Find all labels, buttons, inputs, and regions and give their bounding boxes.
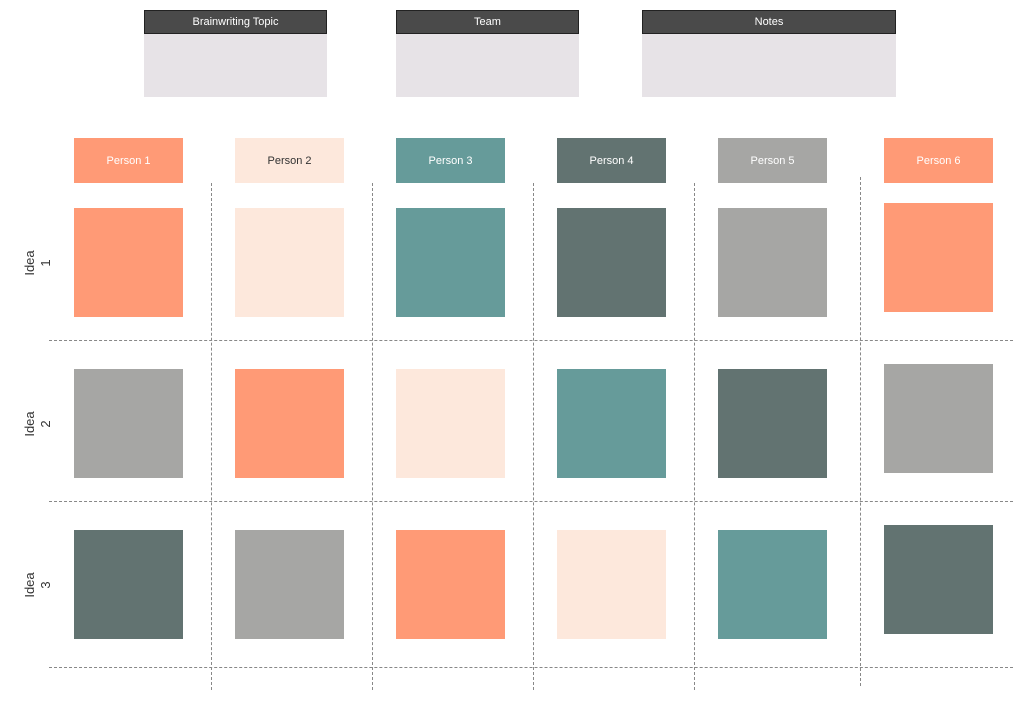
idea-card[interactable]	[718, 208, 827, 317]
topic-field: Brainwriting Topic	[144, 10, 327, 97]
idea-card[interactable]	[884, 364, 993, 473]
idea-card[interactable]	[718, 369, 827, 478]
idea-card[interactable]	[235, 208, 344, 317]
person-header-4: Person 4	[557, 138, 666, 183]
notes-field-input[interactable]	[642, 34, 896, 97]
notes-field: Notes	[642, 10, 896, 97]
topic-field-input[interactable]	[144, 34, 327, 97]
column-divider	[533, 183, 534, 690]
column-divider	[860, 177, 861, 686]
topic-field-label: Brainwriting Topic	[144, 10, 327, 34]
row-divider	[49, 501, 1013, 502]
idea-card[interactable]	[884, 525, 993, 634]
column-divider	[694, 183, 695, 690]
idea-card[interactable]	[235, 369, 344, 478]
idea-card[interactable]	[74, 369, 183, 478]
person-header-3: Person 3	[396, 138, 505, 183]
idea-card[interactable]	[396, 369, 505, 478]
idea-card[interactable]	[235, 530, 344, 639]
row-divider	[49, 340, 1013, 341]
row-divider	[49, 667, 1013, 668]
team-field-input[interactable]	[396, 34, 579, 97]
idea-card[interactable]	[74, 530, 183, 639]
notes-field-label: Notes	[642, 10, 896, 34]
idea-card[interactable]	[396, 530, 505, 639]
idea-label-3: Idea 3	[22, 572, 53, 598]
idea-card[interactable]	[396, 208, 505, 317]
idea-card[interactable]	[557, 530, 666, 639]
person-header-2: Person 2	[235, 138, 344, 183]
team-field-label: Team	[396, 10, 579, 34]
idea-label-2: Idea 2	[22, 411, 53, 437]
idea-card[interactable]	[718, 530, 827, 639]
person-header-1: Person 1	[74, 138, 183, 183]
idea-card[interactable]	[884, 203, 993, 312]
column-divider	[372, 183, 373, 690]
idea-card[interactable]	[557, 208, 666, 317]
idea-label-1: Idea 1	[22, 250, 53, 276]
idea-card[interactable]	[557, 369, 666, 478]
column-divider	[211, 183, 212, 690]
idea-card[interactable]	[74, 208, 183, 317]
person-header-5: Person 5	[718, 138, 827, 183]
person-header-6: Person 6	[884, 138, 993, 183]
team-field: Team	[396, 10, 579, 97]
